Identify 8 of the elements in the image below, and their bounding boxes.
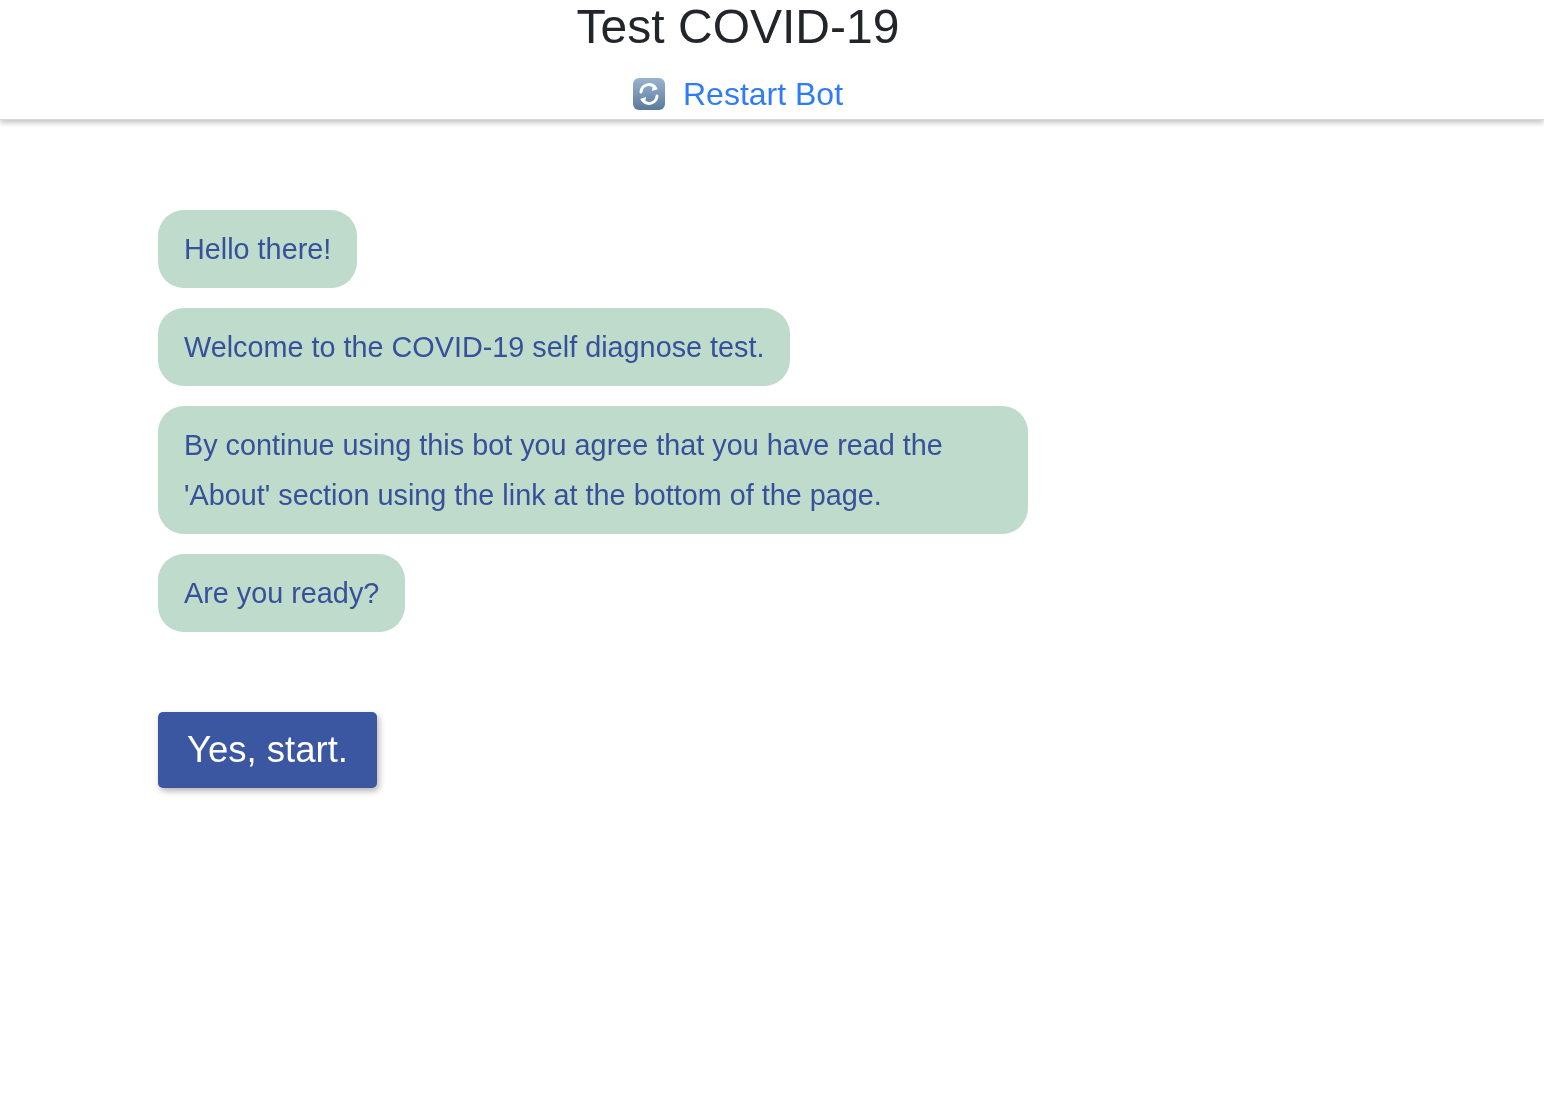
page-title: Test COVID-19	[576, 0, 900, 54]
restart-link[interactable]: Restart Bot	[682, 76, 844, 112]
chat-message: Are you ready?	[158, 554, 406, 632]
refresh-icon	[632, 78, 665, 110]
chat-message: Hello there!	[158, 210, 358, 288]
chat-message: Welcome to the COVID-19 self diagnose test.	[158, 308, 791, 386]
chat-message: By continue using this bot you agree that you have read the 'About' section using the link at the bottom of the page.	[158, 406, 1028, 534]
reply-button[interactable]: Yes, start.	[158, 712, 377, 788]
